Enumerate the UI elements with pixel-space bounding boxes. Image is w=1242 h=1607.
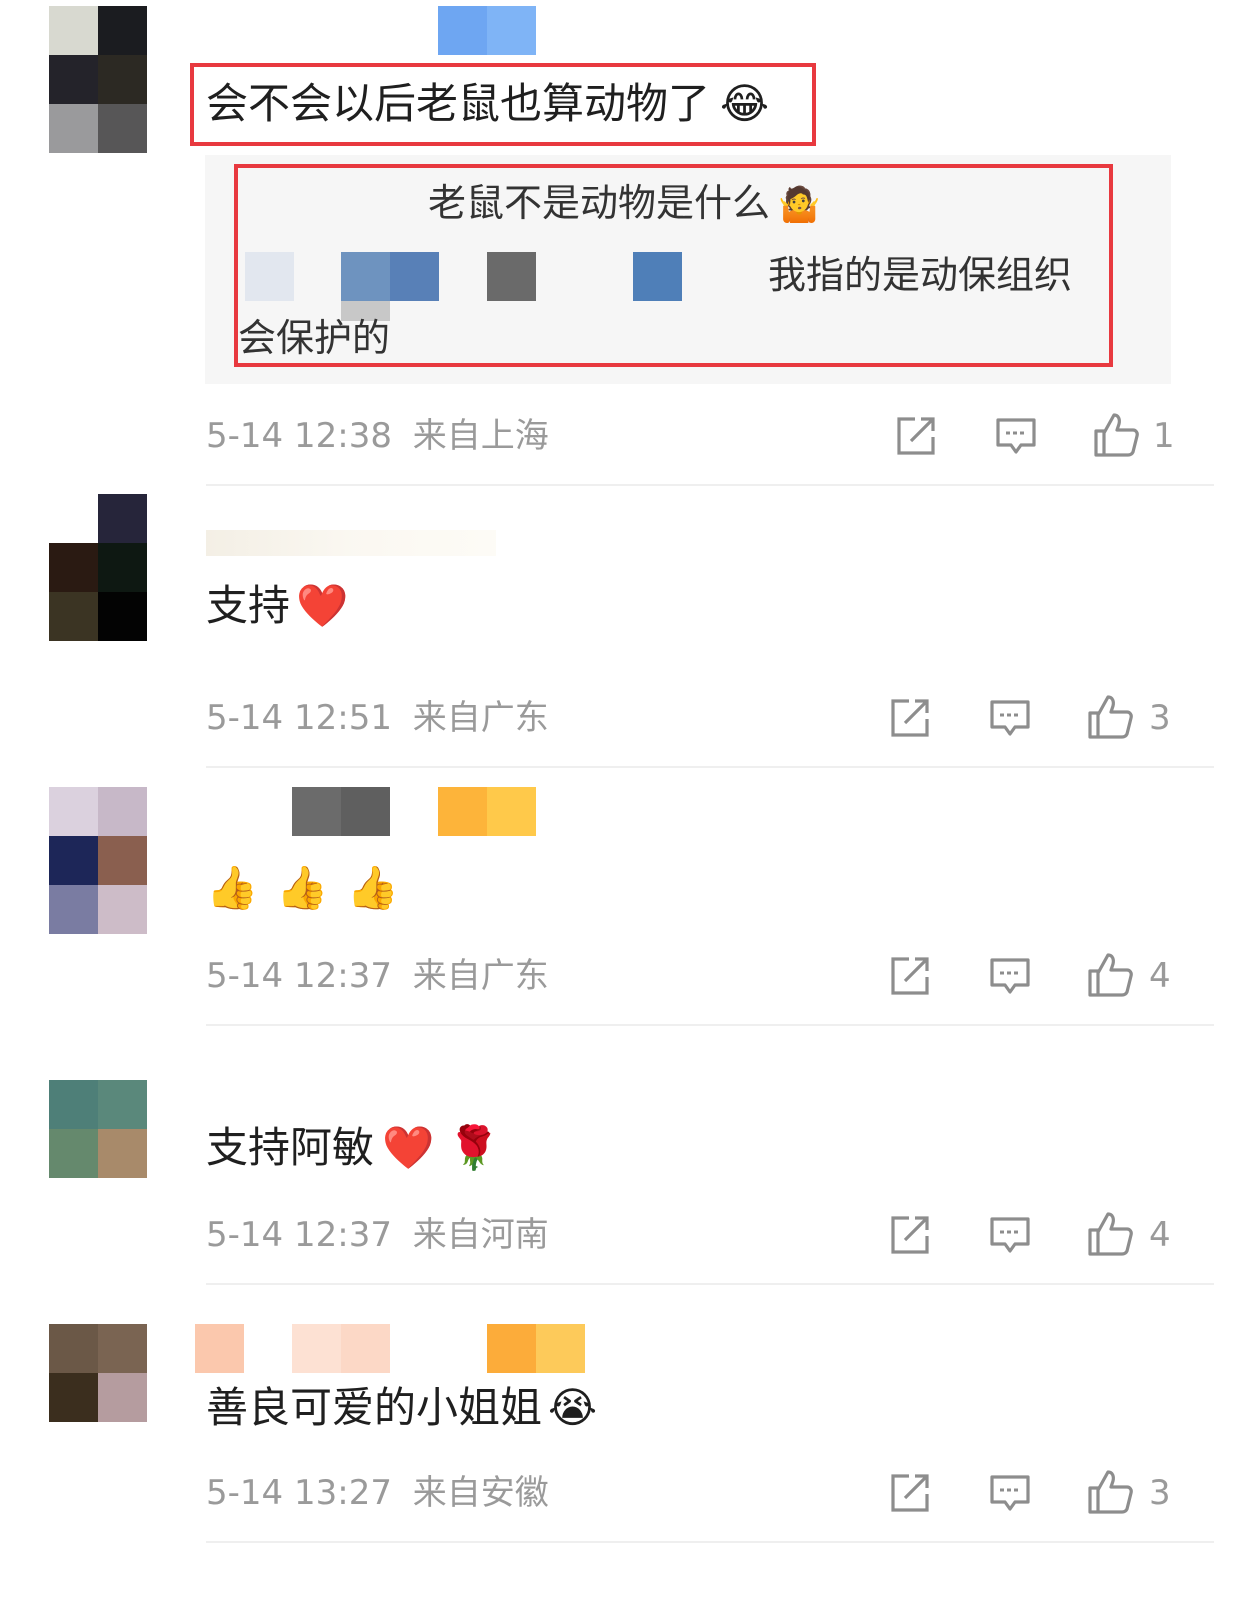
reply-line-1: 老鼠不是动物是什么 🤷 [428, 181, 821, 225]
username-redacted[interactable] [292, 1324, 390, 1373]
comment-icon[interactable] [987, 695, 1033, 741]
like-count: 3 [1149, 1473, 1171, 1513]
shrug-emoji-icon: 🤷 [778, 185, 821, 225]
comment-text: 善良可爱的小姐姐 😭 [206, 1383, 598, 1432]
timestamp: 5-14 12:37 [206, 956, 392, 996]
thumbs-up-icon[interactable] [1092, 411, 1139, 457]
comment-meta: 5-14 12:37 来自河南 [206, 1215, 549, 1255]
comment-meta: 5-14 13:27 来自安徽 [206, 1473, 549, 1513]
username-redacted[interactable] [438, 6, 536, 55]
reply-username-redacted[interactable] [487, 252, 536, 301]
crying-emoji-icon: 😭 [548, 1383, 598, 1432]
comment-meta: 5-14 12:37 来自广东 [206, 956, 549, 996]
divider [206, 1283, 1214, 1285]
reply-username-redacted[interactable] [245, 252, 294, 301]
divider [206, 484, 1214, 486]
location: 来自上海 [412, 416, 549, 456]
username-redacted[interactable] [195, 1324, 244, 1373]
laughing-crying-emoji-icon: 😂 [720, 79, 770, 128]
timestamp: 5-14 12:38 [206, 416, 392, 456]
comment-meta: 5-14 12:38 来自上海 [206, 416, 549, 456]
thumbs-up-icon[interactable] [1086, 693, 1133, 739]
like-count: 1 [1153, 416, 1175, 456]
comment-meta: 5-14 12:51 来自广东 [206, 698, 549, 738]
avatar[interactable] [49, 494, 147, 641]
heart-rose-emoji-icon: ❤️ 🌹 [382, 1123, 500, 1172]
share-icon[interactable] [887, 1212, 933, 1258]
share-icon[interactable] [887, 1470, 933, 1516]
username-redacted[interactable] [206, 530, 496, 556]
divider [206, 766, 1214, 768]
avatar[interactable] [49, 1080, 147, 1178]
like-count: 4 [1149, 1215, 1171, 1255]
reply-line-3: 会保护的 [238, 316, 391, 360]
thumbs-up-icon[interactable] [1086, 951, 1133, 997]
username-redacted[interactable] [487, 1324, 585, 1373]
share-icon[interactable] [893, 413, 939, 459]
username-redacted[interactable] [292, 787, 390, 836]
share-icon[interactable] [887, 953, 933, 999]
comment-icon[interactable] [987, 1470, 1033, 1516]
username-redacted[interactable] [438, 787, 536, 836]
thumbs-up-icon[interactable] [1086, 1468, 1133, 1514]
comment-text: 👍👍👍 [206, 862, 417, 914]
location: 来自河南 [412, 1215, 549, 1255]
reply-username-redacted[interactable] [341, 252, 439, 301]
location: 来自广东 [412, 698, 549, 738]
thumbs-up-emoji-icon: 👍👍👍 [206, 863, 417, 912]
like-count: 4 [1149, 956, 1171, 996]
divider [206, 1024, 1214, 1026]
location: 来自安徽 [412, 1473, 549, 1513]
comment-icon[interactable] [987, 953, 1033, 999]
timestamp: 5-14 12:51 [206, 698, 392, 738]
timestamp: 5-14 12:37 [206, 1215, 392, 1255]
comment-text: 支持 ❤️ [206, 581, 349, 630]
share-icon[interactable] [887, 695, 933, 741]
heart-emoji-icon: ❤️ [296, 581, 349, 630]
location: 来自广东 [412, 956, 549, 996]
avatar[interactable] [49, 6, 147, 153]
thumbs-up-icon[interactable] [1086, 1210, 1133, 1256]
reply-username-redacted[interactable] [633, 252, 682, 301]
timestamp: 5-14 13:27 [206, 1473, 392, 1513]
comment-icon[interactable] [987, 1212, 1033, 1258]
like-count: 3 [1149, 698, 1171, 738]
reply-line-2: 我指的是动保组织 [768, 253, 1073, 297]
divider [206, 1541, 1214, 1543]
comment-text: 支持阿敏 ❤️ 🌹 [206, 1123, 500, 1172]
comment-icon[interactable] [993, 413, 1039, 459]
comment-text: 会不会以后老鼠也算动物了 😂 [206, 79, 770, 128]
avatar[interactable] [49, 787, 147, 934]
avatar[interactable] [49, 1324, 147, 1422]
